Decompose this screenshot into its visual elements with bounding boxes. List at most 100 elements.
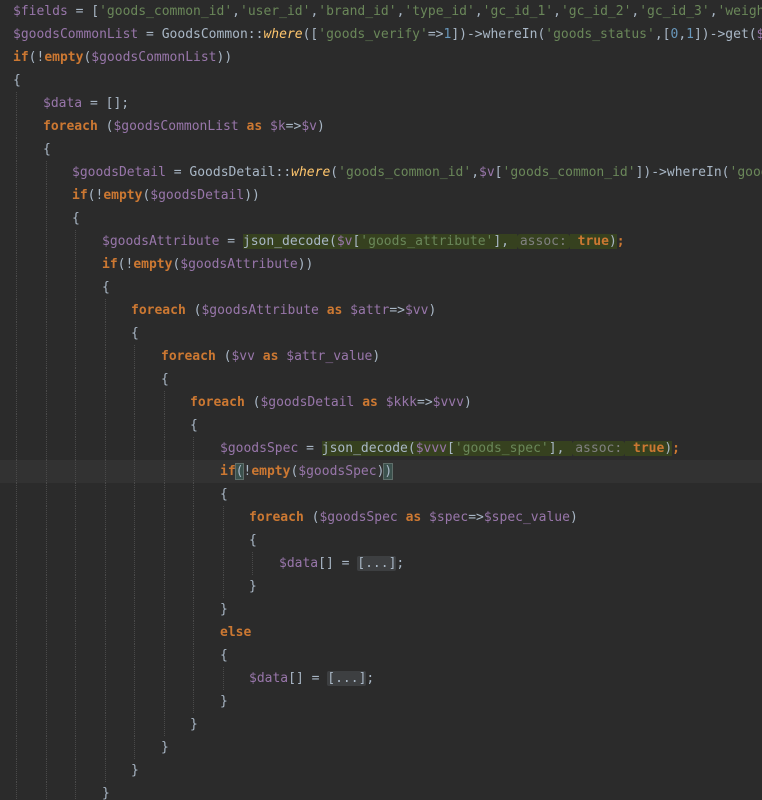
code-line[interactable]: } — [0, 575, 762, 598]
indent-guide — [193, 690, 194, 713]
code-line[interactable]: else — [0, 621, 762, 644]
code-line[interactable]: { — [0, 138, 762, 161]
code-token: if — [72, 188, 88, 203]
code-token: whereIn — [666, 165, 722, 180]
code-line[interactable]: $goodsDetail = GoodsDetail::where('goods… — [0, 161, 762, 184]
code-line[interactable]: foreach ($goodsAttribute as $attr=>$vv) — [0, 299, 762, 322]
code-line-content: $goodsSpec = json_decode($vvv['goods_spe… — [220, 437, 680, 460]
code-line[interactable]: if(!empty($goodsAttribute)) — [0, 253, 762, 276]
code-line[interactable]: foreach ($vv as $attr_value) — [0, 345, 762, 368]
code-line-content: $data = []; — [43, 92, 129, 115]
code-line[interactable]: $data[] = [...]; — [0, 552, 762, 575]
indent-guide — [105, 529, 106, 552]
code-token: } — [249, 579, 257, 594]
indent-guide — [134, 437, 135, 460]
code-line[interactable]: $data[] = [...]; — [0, 667, 762, 690]
code-token: 'goods_common_id' — [99, 4, 233, 19]
indent-guide — [164, 667, 165, 690]
code-line[interactable]: if(!empty($goodsCommonList)) — [0, 46, 762, 69]
code-token: ; — [672, 441, 680, 456]
code-line[interactable]: { — [0, 69, 762, 92]
code-token: get — [725, 27, 749, 42]
code-token: ) — [608, 234, 617, 249]
code-token: json_decode( — [242, 234, 337, 249]
indent-guide — [105, 736, 106, 759]
code-line[interactable]: if(!empty($goodsSpec)) — [0, 460, 762, 483]
code-token: true — [633, 441, 665, 456]
code-line[interactable]: if(!empty($goodsDetail)) — [0, 184, 762, 207]
code-token: $goodsAttribute — [201, 303, 319, 318]
code-token: } — [220, 694, 228, 709]
code-line[interactable]: { — [0, 207, 762, 230]
code-token: 'weight_id' — [717, 4, 762, 19]
code-line-content: { — [13, 69, 21, 92]
code-token: $data — [43, 96, 83, 111]
code-line[interactable]: { — [0, 644, 762, 667]
code-token: foreach — [43, 119, 98, 134]
code-line[interactable]: { — [0, 483, 762, 506]
indent-guide — [75, 575, 76, 598]
code-line[interactable]: { — [0, 276, 762, 299]
code-line[interactable]: { — [0, 322, 762, 345]
indent-guide — [75, 230, 76, 253]
code-line[interactable]: $fields = ['goods_common_id','user_id','… — [0, 0, 762, 23]
indent-guide — [75, 345, 76, 368]
code-token: } — [131, 763, 139, 778]
code-token: )) — [244, 188, 260, 203]
folded-code-placeholder[interactable]: [...] — [327, 671, 367, 686]
code-line[interactable]: { — [0, 368, 762, 391]
indent-guide — [193, 644, 194, 667]
indent-guide — [134, 598, 135, 621]
indent-guide — [164, 713, 165, 736]
indent-guide — [105, 299, 106, 322]
code-line[interactable]: foreach ($goodsDetail as $kkk=>$vvv) — [0, 391, 762, 414]
code-token: $goodsSpec — [220, 441, 299, 456]
code-line[interactable]: { — [0, 414, 762, 437]
code-line[interactable]: } — [0, 713, 762, 736]
indent-guide — [134, 460, 135, 483]
indent-guide — [75, 253, 76, 276]
indent-guide — [134, 690, 135, 713]
indent-guide — [75, 414, 76, 437]
code-line[interactable]: } — [0, 782, 762, 800]
code-line[interactable]: $goodsAttribute = json_decode($v['goods_… — [0, 230, 762, 253]
code-line[interactable]: } — [0, 598, 762, 621]
indent-guide — [16, 736, 17, 759]
code-token: ( — [215, 349, 232, 364]
indent-guide — [16, 322, 17, 345]
code-line[interactable]: } — [0, 736, 762, 759]
code-editor[interactable]: $fields = ['goods_common_id','user_id','… — [0, 0, 762, 800]
code-token: as — [326, 303, 343, 318]
indent-guide — [46, 345, 47, 368]
indent-guide — [193, 621, 194, 644]
code-token: [ — [494, 165, 503, 180]
code-line[interactable]: foreach ($goodsSpec as $spec=>$spec_valu… — [0, 506, 762, 529]
indent-guide — [16, 713, 17, 736]
code-line[interactable]: } — [0, 690, 762, 713]
code-line[interactable]: $goodsCommonList = GoodsCommon::where(['… — [0, 23, 762, 46]
code-token: { — [13, 73, 21, 88]
code-token: $k — [270, 119, 286, 134]
folded-code-placeholder[interactable]: [...] — [357, 556, 397, 571]
code-token: , — [553, 4, 561, 19]
code-line[interactable]: { — [0, 529, 762, 552]
code-token: 'gc_id_1' — [482, 4, 554, 19]
indent-guide — [46, 161, 47, 184]
indent-guide — [16, 253, 17, 276]
code-line[interactable]: } — [0, 759, 762, 782]
code-token: $fields — [756, 27, 762, 42]
code-token: $goodsDetail — [260, 395, 355, 410]
code-line[interactable]: $goodsSpec = json_decode($vvv['goods_spe… — [0, 437, 762, 460]
code-line[interactable]: $data = []; — [0, 92, 762, 115]
code-line-content: { — [220, 644, 228, 667]
code-token: $vvv — [415, 441, 447, 456]
code-line-content: } — [220, 690, 228, 713]
code-token: => — [427, 27, 444, 42]
code-token: empty — [251, 464, 291, 479]
indent-guide — [134, 368, 135, 391]
code-line[interactable]: foreach ($goodsCommonList as $k=>$v) — [0, 115, 762, 138]
indent-guide — [46, 552, 47, 575]
indent-guide — [223, 529, 224, 552]
